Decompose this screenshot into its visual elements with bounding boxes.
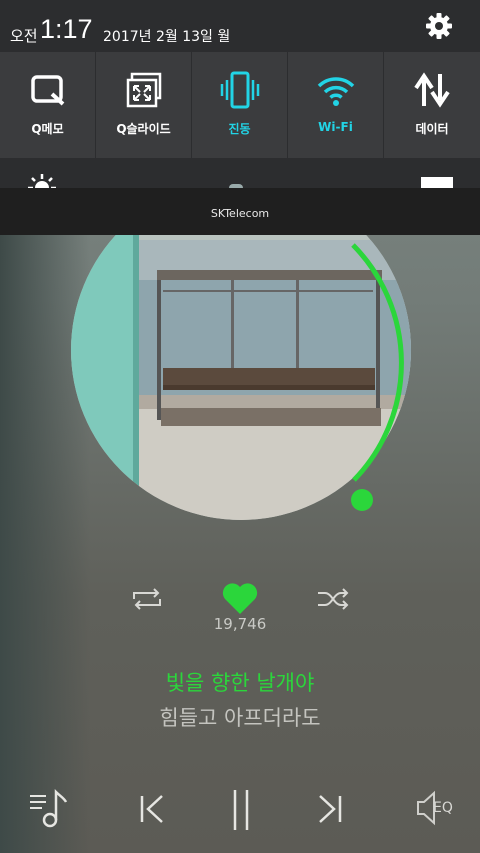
heart-icon[interactable]	[221, 582, 259, 616]
qs-tile-qmemo[interactable]: Q메모	[0, 52, 95, 158]
vibrate-icon	[220, 71, 260, 109]
pause-icon[interactable]	[226, 786, 256, 834]
qs-tile-vibrate[interactable]: 진동	[192, 52, 287, 158]
eq-label[interactable]: EQ	[433, 800, 453, 816]
qs-tile-data[interactable]: 데이터	[384, 52, 480, 158]
quick-settings: Q메모 Q슬라이드 진동 Wi-Fi 데이터	[0, 52, 480, 158]
ampm-label: 오전	[10, 27, 38, 45]
notification-panel: 오전 1:17 2017년 2월 13일 월 Q메모 Q슬라이드 진동 Wi-F…	[0, 0, 480, 190]
carrier-bar: SKTelecom	[0, 188, 480, 235]
date-label: 2017년 2월 13일 월	[103, 29, 231, 45]
repeat-icon[interactable]	[130, 587, 164, 611]
like-count: 19,746	[213, 615, 267, 633]
carrier-label: SKTelecom	[210, 207, 270, 220]
qs-label-qslide: Q슬라이드	[116, 122, 171, 136]
playlist-icon[interactable]	[28, 786, 68, 830]
qs-tile-qslide[interactable]: Q슬라이드	[96, 52, 191, 158]
shuffle-icon[interactable]	[316, 587, 350, 611]
qmemo-icon	[31, 75, 65, 106]
qs-label-wifi: Wi-Fi	[318, 120, 353, 134]
qs-label-qmemo: Q메모	[31, 122, 64, 136]
data-arrows-icon	[414, 72, 450, 108]
brightness-icon[interactable]	[24, 170, 60, 190]
qslide-icon	[126, 72, 162, 108]
transport-bar: EQ	[0, 780, 480, 840]
qs-label-data: 데이터	[415, 122, 449, 136]
lyric-current-line[interactable]: 빛을 향한 날개야	[0, 667, 480, 697]
wifi-icon	[317, 77, 355, 106]
next-icon[interactable]	[314, 786, 344, 830]
progress-thumb[interactable]	[351, 489, 373, 511]
qs-tile-wifi[interactable]: Wi-Fi	[288, 52, 383, 158]
auto-brightness-checkbox[interactable]	[421, 177, 453, 188]
playback-options-row	[0, 580, 480, 620]
lyric-next-line[interactable]: 힘들고 아프더라도	[0, 702, 480, 732]
qs-label-vibrate: 진동	[228, 122, 251, 136]
gear-icon[interactable]	[424, 11, 454, 41]
status-header: 오전 1:17 2017년 2월 13일 월	[0, 0, 480, 52]
brightness-row	[0, 158, 480, 190]
clock: 1:17	[40, 14, 93, 44]
previous-icon[interactable]	[138, 786, 168, 830]
